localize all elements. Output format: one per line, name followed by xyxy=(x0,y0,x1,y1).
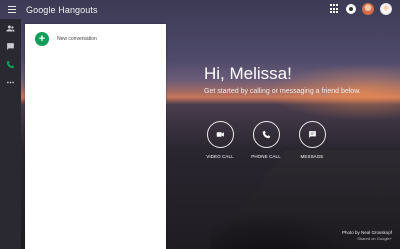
message-label: MESSAGE xyxy=(300,154,324,159)
left-rail xyxy=(0,19,21,249)
rail-item-contacts[interactable] xyxy=(0,19,21,37)
rail-item-chat[interactable] xyxy=(0,37,21,55)
add-icon: + xyxy=(35,32,49,46)
contacts-icon xyxy=(6,25,15,31)
new-conversation-button[interactable]: + New conversation xyxy=(25,24,166,46)
rail-item-phone[interactable] xyxy=(0,55,21,73)
more-icon xyxy=(7,81,14,83)
rail-item-more[interactable] xyxy=(0,73,21,91)
greeting-subtitle: Get started by calling or messaging a fr… xyxy=(204,88,361,95)
phone-call-button[interactable]: PHONE CALL xyxy=(244,121,288,159)
app-title: Google Hangouts xyxy=(26,5,98,15)
phone-call-label: PHONE CALL xyxy=(251,154,281,159)
message-icon xyxy=(308,131,316,138)
phone-call-circle xyxy=(252,121,280,148)
videocam-icon xyxy=(216,132,224,137)
photo-credit-source: Shared on Google+ xyxy=(357,236,392,241)
apps-grid-icon[interactable] xyxy=(330,4,340,14)
app-title-google: Google xyxy=(26,4,56,15)
action-buttons: VIDEO CALL PHONE CALL MESSAGE xyxy=(198,121,348,171)
app-title-product: Hangouts xyxy=(58,4,98,15)
avatar[interactable] xyxy=(362,3,374,15)
top-right-controls xyxy=(330,3,392,15)
video-call-button[interactable]: VIDEO CALL xyxy=(198,121,242,159)
status-icon[interactable] xyxy=(346,4,356,14)
account-avatar[interactable] xyxy=(380,3,392,15)
conversation-panel: + New conversation xyxy=(25,24,166,249)
greeting: Hi, Melissa! xyxy=(204,64,292,83)
message-button[interactable]: MESSAGE xyxy=(290,121,334,159)
hamburger-menu-icon[interactable] xyxy=(4,2,20,18)
chat-icon xyxy=(7,42,14,50)
new-conversation-label: New conversation xyxy=(57,36,97,42)
photo-credit: Photo by Neal Grosskopf Shared on Google… xyxy=(342,230,392,241)
top-bar: Google Hangouts xyxy=(0,0,400,19)
phone-icon xyxy=(6,60,15,68)
video-call-circle xyxy=(206,121,234,148)
message-circle xyxy=(298,121,326,148)
video-call-label: VIDEO CALL xyxy=(206,154,234,159)
phone-icon xyxy=(262,130,270,139)
photo-credit-author[interactable]: Photo by Neal Grosskopf xyxy=(342,230,392,235)
